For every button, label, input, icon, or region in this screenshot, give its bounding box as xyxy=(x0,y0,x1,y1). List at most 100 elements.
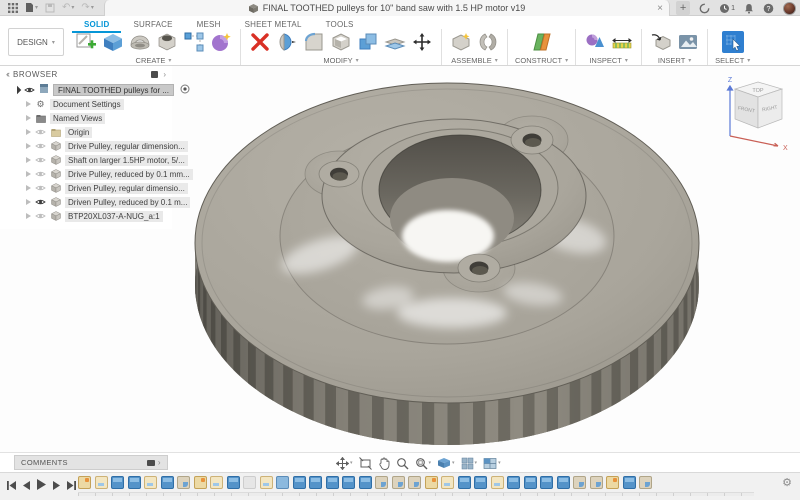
browser-item[interactable]: Origin xyxy=(0,125,172,139)
browser-item-label[interactable]: Drive Pulley, regular dimension... xyxy=(65,140,188,152)
select-icon[interactable] xyxy=(721,30,745,54)
browser-item-label[interactable]: Named Views xyxy=(50,112,106,124)
notifications-bell-icon[interactable] xyxy=(744,3,754,14)
pattern-icon[interactable] xyxy=(182,30,206,54)
close-tab-icon[interactable]: × xyxy=(657,3,663,14)
browser-item-label[interactable]: Driven Pulley, reduced by 0.1 m... xyxy=(65,196,191,208)
shell-icon[interactable] xyxy=(329,30,353,54)
browser-item[interactable]: Driven Pulley, reduced by 0.1 m... xyxy=(0,195,191,209)
activate-radio-icon[interactable] xyxy=(180,84,190,96)
timeline-feature-extrude[interactable] xyxy=(622,476,636,489)
eye-icon[interactable] xyxy=(35,198,46,206)
canvas-icon[interactable] xyxy=(676,30,700,54)
browser-item[interactable]: Driven Pulley, regular dimensio... xyxy=(0,181,188,195)
new-component-icon[interactable] xyxy=(449,30,473,54)
timeline-feature-fillet[interactable] xyxy=(408,476,421,489)
inspect-group-label[interactable]: INSPECT ▾ xyxy=(589,56,628,65)
timeline-feature-extrude[interactable] xyxy=(358,476,372,489)
timeline-feature-extrude[interactable] xyxy=(160,476,174,489)
expand-arrow-icon[interactable] xyxy=(26,101,31,107)
timeline-feature-construction[interactable] xyxy=(441,476,454,489)
select-group-label[interactable]: SELECT ▾ xyxy=(715,56,750,65)
timeline-feature-extrude[interactable] xyxy=(325,476,339,489)
comments-expand-icon[interactable]: › xyxy=(158,458,161,467)
fit-icon[interactable] xyxy=(358,456,372,470)
expand-arrow-icon[interactable] xyxy=(26,213,31,219)
create-sketch-icon[interactable] xyxy=(74,30,98,54)
eye-icon[interactable] xyxy=(24,86,35,94)
timeline-feature-construction[interactable] xyxy=(94,476,108,489)
file-menu-icon[interactable]: ▾ xyxy=(25,2,38,13)
insert-derive-icon[interactable] xyxy=(649,30,673,54)
timeline-feature-construction[interactable] xyxy=(144,476,157,489)
viewport[interactable]: ‹‹ BROWSER › FINAL TOOTHED pulleys for .… xyxy=(0,66,800,452)
display-settings-icon[interactable]: ▾ xyxy=(437,457,455,470)
browser-item-label[interactable]: Drive Pulley, reduced by 0.1 mm... xyxy=(65,168,193,180)
timeline-feature-fillet[interactable] xyxy=(573,476,586,489)
expand-arrow-icon[interactable] xyxy=(26,199,31,205)
timeline-feature-extrude[interactable] xyxy=(457,476,471,489)
user-avatar[interactable] xyxy=(783,1,796,15)
revolve-icon[interactable] xyxy=(128,30,152,54)
app-grid-icon[interactable] xyxy=(8,2,18,13)
root-document-label[interactable]: FINAL TOOTHED pulleys for ... xyxy=(53,83,174,96)
skip-to-start-icon[interactable] xyxy=(6,478,17,496)
move-icon[interactable] xyxy=(410,30,434,54)
zoom-icon[interactable] xyxy=(396,457,409,470)
job-status-icon[interactable]: 1 xyxy=(719,3,735,14)
skip-to-end-icon[interactable] xyxy=(66,478,77,496)
browser-item-label[interactable]: BTP20XL037-A-NUG_a:1 xyxy=(65,210,163,222)
expand-triangle-icon[interactable] xyxy=(12,85,22,94)
grid-settings-icon[interactable]: ▾ xyxy=(461,457,477,470)
browser-item[interactable]: Drive Pulley, reduced by 0.1 mm... xyxy=(0,167,193,181)
eye-icon[interactable] xyxy=(35,142,46,150)
panel-expand-icon[interactable]: › xyxy=(163,70,166,79)
browser-item-label[interactable]: Shaft on larger 1.5HP motor, 5/... xyxy=(65,154,188,166)
inspect-group-label-construct[interactable]: CONSTRUCT ▾ xyxy=(515,56,568,65)
play-icon[interactable] xyxy=(36,478,47,496)
combine-icon[interactable] xyxy=(356,30,380,54)
eye-icon[interactable] xyxy=(35,170,46,178)
joint-icon[interactable] xyxy=(476,30,500,54)
browser-item-label[interactable]: Origin xyxy=(65,126,93,138)
timeline-feature-sketch[interactable] xyxy=(606,476,619,489)
extrude-icon[interactable] xyxy=(101,30,125,54)
workspace-selector[interactable]: DESIGN ▾ xyxy=(8,28,64,56)
eye-icon[interactable] xyxy=(35,156,46,164)
insert-group-label[interactable]: INSERT ▾ xyxy=(658,56,691,65)
browser-item-label[interactable]: Document Settings xyxy=(50,98,124,110)
timeline-feature-extrude[interactable] xyxy=(507,476,520,489)
timeline-feature-extrude[interactable] xyxy=(474,476,487,489)
timeline-feature-sketch[interactable] xyxy=(424,476,438,489)
help-icon[interactable]: ? xyxy=(763,3,774,14)
timeline-feature-extrude[interactable] xyxy=(556,476,570,489)
timeline-feature-construction[interactable] xyxy=(259,476,273,489)
comments-bar[interactable]: COMMENTS › xyxy=(14,455,168,470)
expand-arrow-icon[interactable] xyxy=(26,143,31,149)
browser-root-item[interactable]: FINAL TOOTHED pulleys for ... xyxy=(0,82,190,97)
timeline-feature-extrude[interactable] xyxy=(127,476,141,489)
expand-arrow-icon[interactable] xyxy=(26,115,31,121)
eye-icon[interactable] xyxy=(35,212,46,220)
timeline-feature-fillet[interactable] xyxy=(589,476,603,489)
browser-item[interactable]: Drive Pulley, regular dimension... xyxy=(0,139,188,153)
timeline-options-gear-icon[interactable]: ⚙ xyxy=(782,478,792,489)
pan-icon[interactable]: ▾ xyxy=(336,456,353,470)
timeline-feature-extrude[interactable] xyxy=(111,476,124,489)
browser-item-label[interactable]: Driven Pulley, regular dimensio... xyxy=(65,182,188,194)
create-group-label[interactable]: CREATE ▾ xyxy=(136,56,172,65)
browser-item[interactable]: BTP20XL037-A-NUG_a:1 xyxy=(0,209,172,223)
viewports-icon[interactable]: ▾ xyxy=(483,457,501,470)
form-icon[interactable] xyxy=(209,30,233,54)
browser-item[interactable]: Named Views xyxy=(0,111,172,125)
expand-arrow-icon[interactable] xyxy=(26,185,31,191)
zoom-window-icon[interactable]: ▾ xyxy=(415,457,431,470)
timeline-ruler[interactable] xyxy=(78,492,754,496)
section-ruler-icon[interactable] xyxy=(610,30,634,54)
timeline-feature-sketch[interactable] xyxy=(78,476,91,489)
step-forward-icon[interactable] xyxy=(52,478,61,496)
redo-icon[interactable]: ↷ ▾ xyxy=(81,2,93,13)
browser-header[interactable]: ‹‹ BROWSER › xyxy=(0,66,172,82)
construction-plane-icon[interactable] xyxy=(530,30,554,54)
undo-icon[interactable]: ↶ ▾ xyxy=(62,2,74,13)
